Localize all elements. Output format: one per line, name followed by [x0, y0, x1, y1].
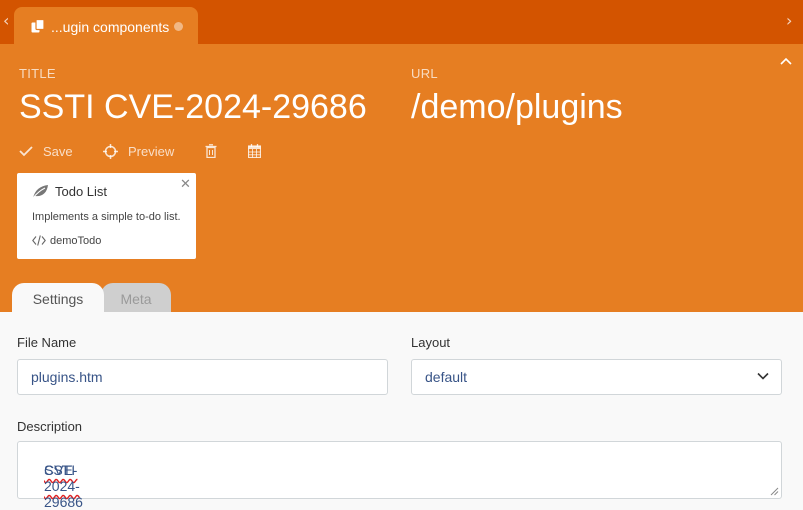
chevron-left-icon[interactable]: ‹: [3, 11, 9, 30]
calendar-icon: [248, 144, 261, 158]
preview-label: Preview: [128, 143, 175, 159]
delete-button[interactable]: [205, 142, 227, 160]
schedule-button[interactable]: [248, 142, 271, 160]
code-icon: [32, 235, 46, 246]
chevron-right-icon[interactable]: ›: [786, 11, 792, 30]
layout-select[interactable]: default: [411, 359, 782, 395]
description-textarea[interactable]: SSTI CVE-2024-29686: [17, 441, 782, 510]
url-caption: URL: [411, 66, 438, 81]
check-icon: [19, 146, 33, 157]
close-icon[interactable]: ✕: [180, 177, 191, 192]
plugin-component-card[interactable]: Todo List ✕ Implements a simple to-do li…: [17, 173, 196, 259]
unsaved-indicator: [174, 22, 183, 31]
plugin-card-title: Todo List: [55, 184, 108, 199]
layout-label: Layout: [411, 335, 451, 350]
files-icon: [31, 19, 45, 33]
resize-grip-icon[interactable]: [770, 487, 779, 496]
preview-button[interactable]: Preview: [103, 142, 174, 160]
tab-settings[interactable]: Settings: [12, 283, 104, 312]
crosshair-icon: [103, 143, 118, 159]
title-input[interactable]: SSTI CVE-2024-29686: [19, 88, 367, 127]
top-bar: ‹ ...ugin components ›: [0, 0, 803, 44]
file-name-label: File Name: [17, 335, 77, 350]
tab-meta[interactable]: Meta: [101, 283, 171, 312]
collapse-caret-icon[interactable]: [780, 57, 792, 65]
file-tab-label: ...ugin components: [51, 19, 170, 35]
file-tab[interactable]: ...ugin components: [14, 7, 198, 44]
plugin-card-alias: demoTodo: [50, 235, 102, 247]
layout-value: default: [425, 369, 468, 385]
description-word-2: CVE-2024-29686: [44, 462, 83, 510]
url-input[interactable]: /demo/plugins: [411, 88, 623, 127]
chevron-down-icon: [757, 372, 769, 380]
title-caption: TITLE: [19, 66, 56, 81]
trash-icon: [205, 144, 217, 158]
save-label: Save: [43, 143, 73, 159]
plugin-card-description: Implements a simple to-do list.: [32, 211, 181, 223]
file-name-value: plugins.htm: [31, 369, 103, 385]
leaf-icon: [32, 185, 48, 199]
file-name-input[interactable]: plugins.htm: [17, 359, 388, 395]
description-label: Description: [17, 419, 83, 434]
save-button[interactable]: Save: [19, 142, 73, 160]
